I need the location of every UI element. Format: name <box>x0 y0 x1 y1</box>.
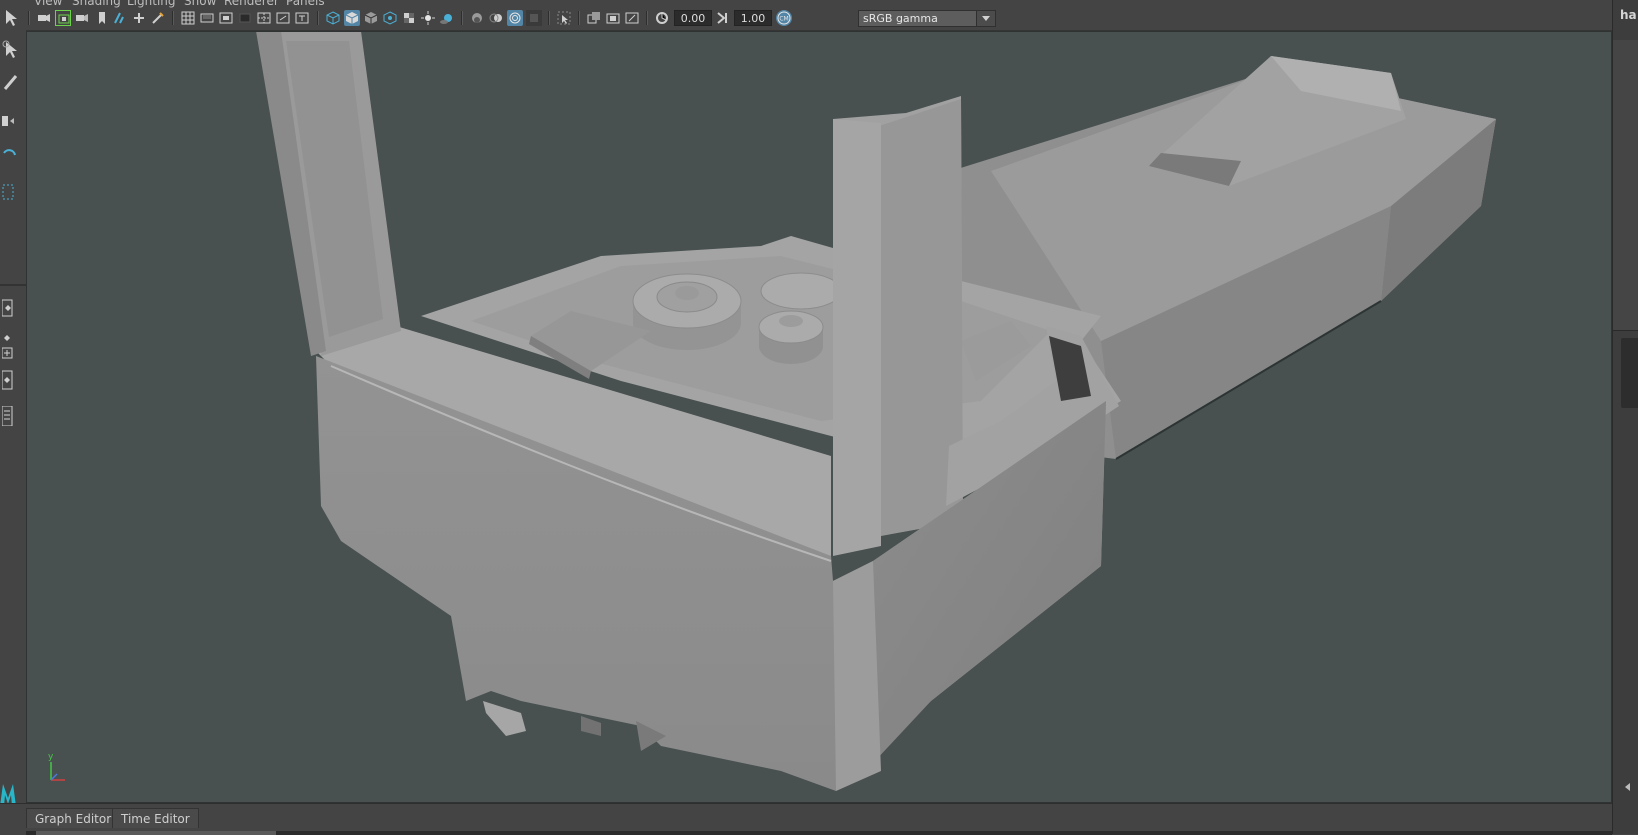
axis-gizmo: y <box>43 752 73 786</box>
menu-show[interactable]: Show <box>184 0 216 8</box>
svg-text:CM: CM <box>779 16 788 23</box>
toolbar-separator <box>548 11 550 25</box>
smooth-shade-icon[interactable] <box>344 10 360 26</box>
menu-renderer[interactable]: Renderer <box>224 0 279 8</box>
film-gate-icon[interactable] <box>131 10 147 26</box>
tab-time-editor[interactable]: Time Editor <box>112 808 199 828</box>
divider <box>0 284 26 286</box>
checker-icon[interactable] <box>401 10 417 26</box>
menu-lighting[interactable]: Lighting <box>127 0 176 8</box>
tool-box <box>0 0 27 834</box>
right-panel-text: ha <box>1620 8 1637 22</box>
toolbar-separator <box>28 11 30 25</box>
panel-menu-bar: View Shading Lighting Show Renderer Pane… <box>26 0 1612 8</box>
paint-select-icon[interactable] <box>2 72 20 92</box>
shadows-icon[interactable] <box>439 10 455 26</box>
field-chart-icon[interactable] <box>256 10 272 26</box>
toolbar-separator <box>461 11 463 25</box>
safe-title-icon[interactable] <box>294 10 310 26</box>
chevron-down-icon <box>976 11 995 26</box>
anti-aliasing-icon[interactable] <box>507 10 523 26</box>
3d-viewport[interactable]: y <box>26 31 1612 803</box>
scrollbar-handle[interactable] <box>36 831 276 835</box>
menu-panels[interactable]: Panels <box>286 0 325 8</box>
depth-of-field-icon[interactable] <box>526 10 542 26</box>
resolution-gate-icon[interactable] <box>150 10 166 26</box>
camera-attributes-icon[interactable] <box>55 10 71 26</box>
scale-tool-icon[interactable] <box>2 182 20 202</box>
right-panel-field[interactable] <box>1621 338 1638 408</box>
right-panel-edge: ha <box>1612 0 1638 834</box>
tab-graph-editor[interactable]: Graph Editor <box>26 808 121 828</box>
exposure-field[interactable]: 0.00 <box>674 10 712 26</box>
gamma-field[interactable]: 1.00 <box>734 10 772 26</box>
xray-icon[interactable] <box>586 10 602 26</box>
grid-icon[interactable] <box>112 10 128 26</box>
color-management-icon[interactable]: CM <box>776 10 792 26</box>
exposure-icon[interactable] <box>654 10 670 26</box>
layout-list-icon[interactable] <box>2 406 20 426</box>
wireframe-on-shaded-icon[interactable] <box>363 10 379 26</box>
wireframe-icon[interactable] <box>325 10 341 26</box>
xray-active-icon[interactable] <box>605 10 621 26</box>
screen-space-ao-icon[interactable] <box>469 10 485 26</box>
safe-action-icon[interactable] <box>218 10 234 26</box>
toolbar-separator <box>172 11 174 25</box>
move-tool-icon[interactable] <box>2 112 20 132</box>
isolate-select-icon[interactable] <box>556 10 572 26</box>
toolbar-separator <box>317 11 319 25</box>
right-panel-section <box>1613 40 1638 331</box>
image-plane-icon[interactable] <box>94 10 110 26</box>
layout-single-icon[interactable] <box>2 298 20 318</box>
toolbar-separator <box>646 11 648 25</box>
color-space-dropdown[interactable]: sRGB gamma <box>858 10 996 27</box>
bottom-tab-bar: Graph Editor Time Editor <box>0 803 1612 835</box>
lights-icon[interactable] <box>420 10 436 26</box>
panel-toolbar: 0.00 1.00 CM sRGB gamma <box>26 8 1612 31</box>
color-space-label: sRGB gamma <box>863 12 938 25</box>
layout-outliner-icon[interactable] <box>2 370 20 390</box>
safe-title-icon[interactable] <box>237 10 253 26</box>
scroll-arrow-icon[interactable] <box>1621 780 1635 794</box>
field-chart-icon[interactable] <box>199 10 215 26</box>
axis-y-label: y <box>48 752 54 762</box>
menu-shading[interactable]: Shading <box>72 0 121 8</box>
camera-icon[interactable] <box>36 10 52 26</box>
bottom-scrollbar[interactable] <box>26 831 1612 835</box>
menu-view[interactable]: View <box>34 0 62 8</box>
select-tool-icon[interactable] <box>2 8 20 28</box>
xray-joints-icon[interactable] <box>624 10 640 26</box>
safe-action-icon[interactable] <box>275 10 291 26</box>
gate-mask-icon[interactable] <box>180 10 196 26</box>
rotate-tool-icon[interactable] <box>2 145 20 165</box>
gamma-icon[interactable] <box>714 10 730 26</box>
motion-blur-icon[interactable] <box>488 10 504 26</box>
textured-icon[interactable] <box>382 10 398 26</box>
layout-add-icon[interactable] <box>2 344 20 364</box>
toolbar-separator <box>578 11 580 25</box>
bookmark-icon[interactable] <box>74 10 90 26</box>
model-render <box>256 32 1496 791</box>
lasso-tool-icon[interactable] <box>2 40 20 60</box>
